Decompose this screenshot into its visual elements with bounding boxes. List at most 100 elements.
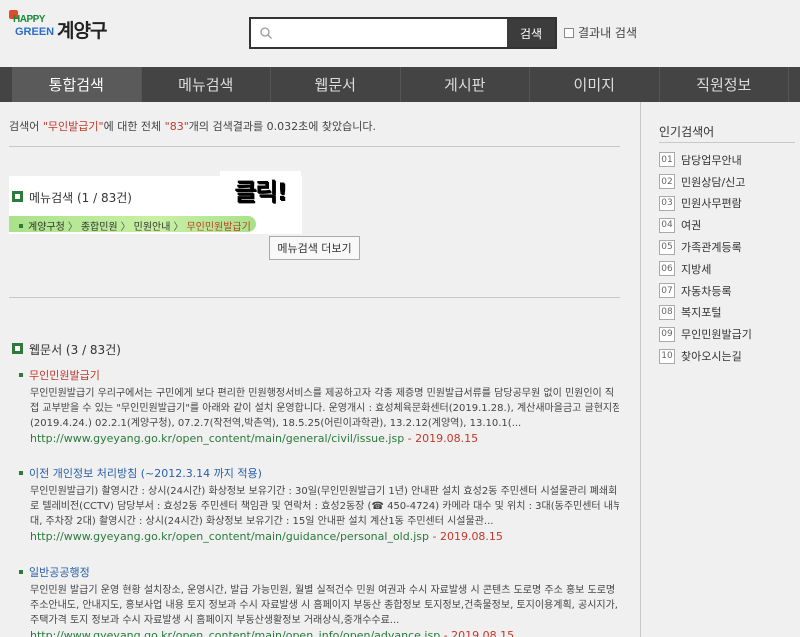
result-url-row[interactable]: http://www.gyeyang.go.kr/open_content/ma…	[19, 529, 619, 544]
tab-board[interactable]: 게시판	[401, 67, 530, 102]
tab-image[interactable]: 이미지	[530, 67, 660, 102]
keyword-label[interactable]: 무인민원발급기	[681, 326, 752, 342]
crumb-sep-icon: 〉	[173, 222, 184, 233]
rank-badge: 03	[659, 195, 675, 211]
bullet-icon	[19, 373, 23, 377]
crumb-4[interactable]: 무인민원발급기	[186, 218, 250, 233]
bullet-icon	[19, 570, 23, 574]
summary-suffix: 개의 검색결과를 0.032초에 찾았습니다.	[188, 120, 376, 133]
result-title[interactable]: 일반공공행정	[29, 564, 90, 580]
snippet-line: 무인민원발급기) 촬영시간 : 상시(24시간) 화상정보 보유기간 : 30일…	[30, 486, 618, 497]
search-box: 검색	[249, 17, 557, 49]
result-search-toggle[interactable]: 결과내 검색	[564, 24, 637, 41]
rank-badge: 01	[659, 152, 675, 168]
search-input[interactable]	[279, 21, 505, 45]
web-result: 무인민원발급기 무인민원발급기 우리구에서는 구민에게 보다 편리한 민원행정서…	[19, 368, 619, 446]
bullet-icon	[19, 223, 23, 228]
popular-keyword-item[interactable]: 03 민원사무편람	[659, 193, 799, 215]
popular-keyword-item[interactable]: 06 지방세	[659, 258, 799, 280]
keyword-label[interactable]: 찾아오시는길	[681, 348, 742, 364]
result-snippet: 무인민원발급기) 촬영시간 : 상시(24시간) 화상정보 보유기간 : 30일…	[19, 484, 619, 529]
keyword-label[interactable]: 자동차등록	[681, 283, 732, 299]
rank-badge: 07	[659, 283, 675, 299]
divider	[9, 146, 620, 147]
result-url[interactable]: http://www.gyeyang.go.kr/open_content/ma…	[30, 432, 404, 445]
snippet-line: 주택가격 토지 정보과 수시 자료발생 시 홈페이지 부동산생활정보 거래상식,…	[30, 615, 400, 626]
result-date: - 2019.08.15	[440, 629, 515, 637]
popular-keyword-item[interactable]: 09 무인민원발급기	[659, 323, 799, 345]
logo-green: GREEN	[15, 26, 55, 38]
section-icon	[12, 191, 23, 202]
web-result: 이전 개인정보 처리방침 (~2012.3.14 까지 적용) 무인민원발급기)…	[19, 466, 619, 544]
tab-staff[interactable]: 직원정보	[660, 67, 789, 102]
menu-section-title: 메뉴검색 (1 / 83건)	[29, 191, 132, 205]
rank-badge: 06	[659, 261, 675, 277]
crumb-3[interactable]: 민원안내	[134, 218, 171, 233]
keyword-label[interactable]: 복지포털	[681, 304, 721, 320]
result-title-row[interactable]: 무인민원발급기	[19, 368, 619, 382]
rank-badge: 04	[659, 217, 675, 233]
snippet-line: 로 텔레비전(CCTV) 담당부서 : 효성2동 주민센터 책임관 및 연락처 …	[30, 501, 619, 512]
snippet-line: 무인민원 발급기 운영 현황 설치장소, 운영시간, 발급 가능민원, 월별 실…	[30, 585, 616, 596]
result-title[interactable]: 무인민원발급기	[29, 367, 100, 383]
menu-more-button[interactable]: 메뉴검색 더보기	[269, 236, 360, 260]
crumb-1[interactable]: 계양구청	[28, 218, 65, 233]
result-search-checkbox[interactable]	[564, 27, 574, 38]
web-section-title: 웹문서 (3 / 83건)	[29, 343, 121, 357]
popular-keyword-item[interactable]: 07 자동차등록	[659, 280, 799, 302]
bullet-icon	[19, 471, 23, 475]
rank-badge: 08	[659, 304, 675, 320]
popular-keyword-item[interactable]: 02 민원상담/신고	[659, 171, 799, 193]
keyword-label[interactable]: 민원사무편람	[681, 195, 742, 211]
result-url[interactable]: http://www.gyeyang.go.kr/open_content/ma…	[30, 530, 429, 543]
summary-count: "83"	[164, 120, 189, 133]
search-summary: 검색어 "무인발급기"에 대한 전체 "83"개의 검색결과를 0.032초에 …	[9, 118, 376, 134]
snippet-line: 접 교부받을 수 있는 "무인민원발급기"를 아래와 같이 설치 운영합니다. …	[30, 403, 619, 414]
snippet-line: 주소안내도, 안내지도, 홍보사업 내용 토지 정보과 수시 자료발생 시 홈페…	[30, 600, 618, 611]
result-title-row[interactable]: 일반공공행정	[19, 565, 619, 579]
crumb-2[interactable]: 종합민원	[81, 218, 118, 233]
sidebar-title: 인기검색어	[659, 125, 715, 139]
result-url-row[interactable]: http://www.gyeyang.go.kr/open_content/ma…	[19, 431, 619, 446]
breadcrumb[interactable]: 계양구청 〉 종합민원 〉 민원안내 〉 무인민원발급기	[19, 218, 251, 233]
rank-badge: 05	[659, 239, 675, 255]
keyword-label[interactable]: 지방세	[681, 261, 711, 277]
logo[interactable]: HAPPY GREEN 계양구	[9, 10, 109, 46]
tab-web[interactable]: 웹문서	[271, 67, 401, 102]
keyword-label[interactable]: 민원상담/신고	[681, 174, 745, 190]
rank-badge: 02	[659, 174, 675, 190]
tab-integrated[interactable]: 통합검색	[12, 67, 142, 102]
web-result: 일반공공행정 무인민원 발급기 운영 현황 설치장소, 운영시간, 발급 가능민…	[19, 565, 619, 637]
results-area: 검색어 "무인발급기"에 대한 전체 "83"개의 검색결과를 0.032초에 …	[9, 102, 620, 637]
snippet-line: 무인민원발급기 우리구에서는 구민에게 보다 편리한 민원행정서비스를 제공하고…	[30, 388, 615, 399]
popular-keywords-sidebar: 인기검색어 01 담당업무안내 02 민원상담/신고 03 민원사무편람 04 여권 0…	[640, 102, 800, 637]
divider	[9, 297, 620, 298]
result-date: - 2019.08.15	[428, 530, 503, 543]
popular-keyword-item[interactable]: 10 찾아오시는길	[659, 345, 799, 367]
result-title[interactable]: 이전 개인정보 처리방침 (~2012.3.14 까지 적용)	[29, 465, 262, 481]
keyword-label[interactable]: 가족관계등록	[681, 239, 742, 255]
logo-mark: HAPPY GREEN	[9, 10, 55, 44]
popular-keyword-item[interactable]: 05 가족관계등록	[659, 236, 799, 258]
tab-menu[interactable]: 메뉴검색	[142, 67, 271, 102]
result-search-label: 결과내 검색	[578, 26, 638, 40]
search-button[interactable]: 검색	[507, 19, 555, 47]
summary-middle: 에 대한 전체	[103, 120, 165, 133]
rank-badge: 10	[659, 348, 675, 364]
snippet-line: 대, 주차장 2대) 촬영시간 : 상시(24시간) 화상정보 보유기간 : 1…	[30, 516, 494, 527]
popular-keyword-item[interactable]: 08 복지포털	[659, 302, 799, 324]
crumb-sep-icon: 〉	[67, 222, 78, 233]
crumb-sep-icon: 〉	[120, 222, 131, 233]
keyword-label[interactable]: 여권	[681, 217, 701, 233]
header: HAPPY GREEN 계양구 검색 결과내 검색	[0, 0, 800, 67]
logo-happy: HAPPY	[13, 14, 45, 25]
result-url-row[interactable]: http://www.gyeyang.go.kr/open_content/ma…	[19, 628, 619, 637]
keyword-label[interactable]: 담당업무안내	[681, 152, 742, 168]
logo-name: 계양구	[57, 20, 107, 42]
result-title-row[interactable]: 이전 개인정보 처리방침 (~2012.3.14 까지 적용)	[19, 466, 619, 480]
popular-keyword-list: 01 담당업무안내 02 민원상담/신고 03 민원사무편람 04 여권 05 가족관계등…	[659, 149, 799, 367]
popular-keyword-item[interactable]: 04 여권	[659, 214, 799, 236]
result-url[interactable]: http://www.gyeyang.go.kr/open_content/ma…	[30, 629, 440, 637]
category-tabs: 통합검색 메뉴검색 웹문서 게시판 이미지 직원정보	[0, 67, 800, 102]
popular-keyword-item[interactable]: 01 담당업무안내	[659, 149, 799, 171]
